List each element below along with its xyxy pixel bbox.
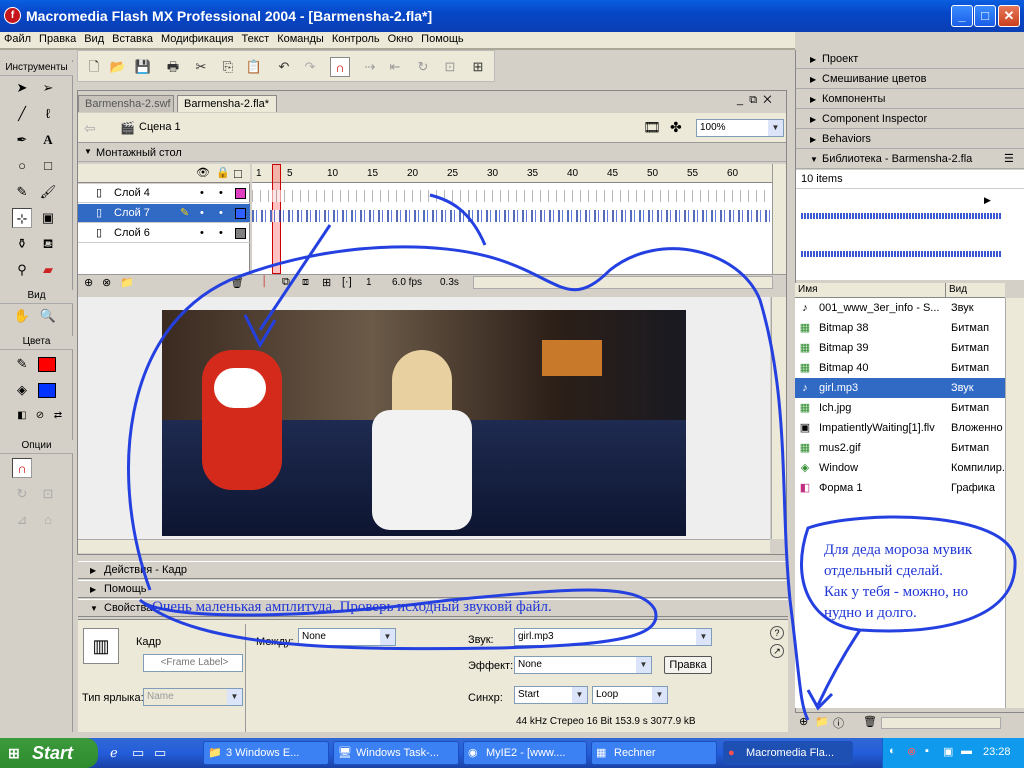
task-explorer[interactable]: 📁 3 Windows E... [203, 741, 329, 765]
task-label: MyIE2 - [www.... [486, 747, 566, 759]
tray-volume-icon[interactable]: ▣ [943, 745, 953, 758]
task-calculator[interactable]: ▦ Rechner [591, 741, 717, 765]
windows-logo-icon: ⊞ [8, 745, 20, 761]
flash-icon: ● [728, 747, 735, 759]
annotation-amplitude: Очень маленькая амплитуда. Проверь исход… [152, 599, 552, 615]
tray-display-icon[interactable]: ▬ [961, 745, 972, 757]
system-tray: ◐ ⊗ ▪ ▣ ▬ 23:28 [882, 738, 1024, 768]
browser-icon: ◉ [468, 747, 478, 759]
task-manager[interactable]: 🖥 Windows Task-... [333, 741, 459, 765]
task-flash[interactable]: ● Macromedia Fla... [723, 741, 853, 765]
quicklaunch-desktop-icon[interactable]: ▭ [132, 745, 144, 761]
quicklaunch-media-icon[interactable]: ▭ [154, 745, 166, 761]
task-label: Rechner [614, 747, 656, 759]
annotation-santa-line: нудно и долго. [824, 605, 917, 621]
annotation-santa-line: отдельный сделай. [824, 563, 944, 579]
task-label: 3 Windows E... [226, 747, 300, 759]
calculator-icon: ▦ [596, 747, 607, 759]
taskbar: ⊞ Start ℯ ▭ ▭ 📁 3 Windows E... 🖥 Windows T… [0, 738, 1024, 768]
start-button[interactable]: ⊞ Start [0, 738, 98, 768]
annotation-santa-line: Как у тебя - можно, но [824, 584, 969, 600]
clock: 23:28 [983, 746, 1011, 758]
start-label: Start [32, 743, 74, 763]
task-label: Macromedia Fla... [746, 747, 835, 759]
annotation-strokes [127, 193, 1017, 721]
folder-icon: 📁 [208, 747, 222, 759]
annotation-santa-line: Для деда мороза мувик [824, 542, 973, 558]
quicklaunch-ie-icon[interactable]: ℯ [110, 745, 118, 761]
task-label: Windows Task-... [356, 747, 439, 759]
task-myie2[interactable]: ◉ MyIE2 - [www.... [463, 741, 587, 765]
monitor-icon: 🖥 [338, 747, 352, 759]
tray-antivirus-icon[interactable]: ⊗ [907, 745, 916, 758]
tray-app-icon[interactable]: ◐ [889, 745, 896, 757]
tray-network-icon[interactable]: ▪ [925, 745, 929, 757]
